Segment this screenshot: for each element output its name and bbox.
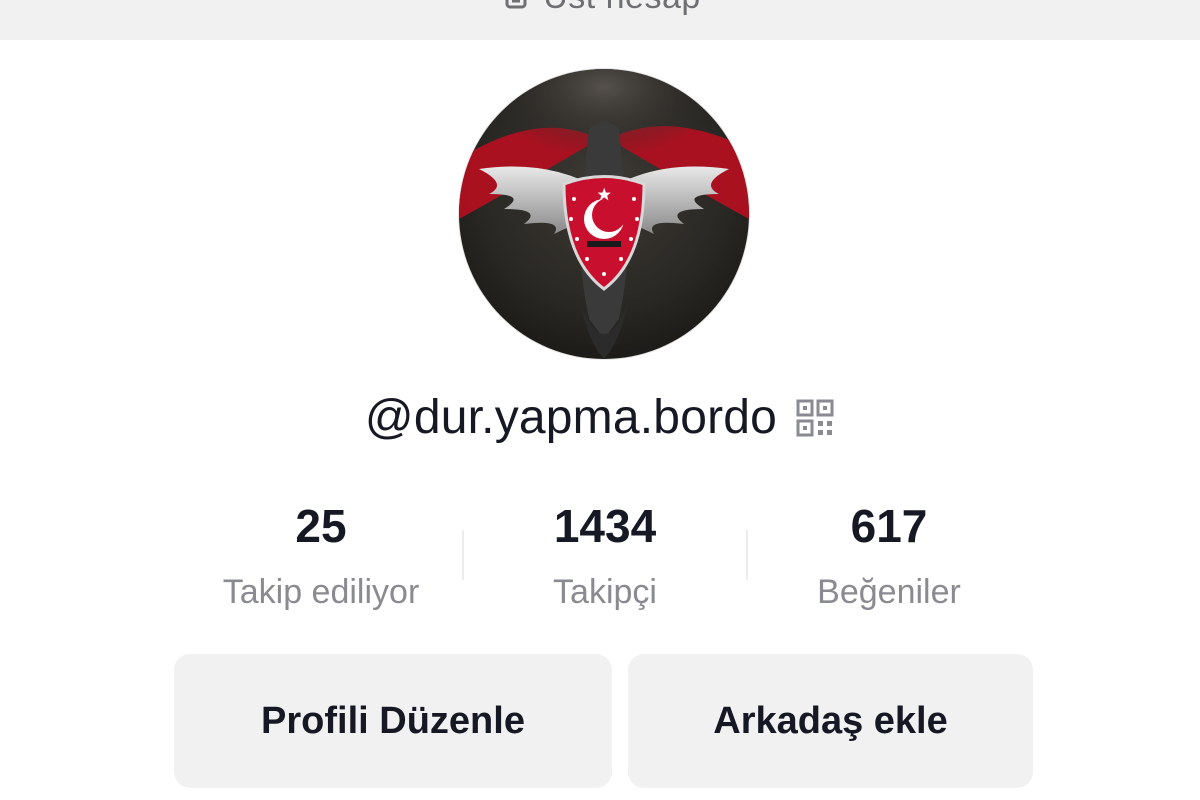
profile-stats: 25 Takip ediliyor 1434 Takipçi 617 Beğen…: [180, 500, 1030, 630]
stat-value: 617: [850, 500, 928, 552]
stat-value: 25: [295, 500, 347, 552]
account-switcher[interactable]: Üst hesap: [0, 0, 1200, 17]
avatar-image: [459, 69, 749, 359]
edit-profile-button[interactable]: Profili Düzenle: [174, 654, 612, 788]
username-row: @dur.yapma.bordo: [0, 390, 1200, 445]
account-title: Üst hesap: [543, 0, 701, 17]
add-friend-button[interactable]: Arkadaş ekle: [628, 654, 1033, 788]
username: @dur.yapma.bordo: [364, 391, 778, 444]
stat-label: Takipçi: [553, 573, 657, 611]
avatar[interactable]: [459, 69, 749, 359]
stat-label: Beğeniler: [817, 573, 961, 611]
stat-value: 1434: [553, 500, 657, 552]
stat-likes[interactable]: 617 Beğeniler: [748, 500, 1030, 612]
profile-page: Üst hesap: [0, 0, 1200, 800]
qr-code-icon[interactable]: [795, 398, 835, 438]
person-plus-icon: [499, 0, 533, 15]
stat-label: Takip ediliyor: [222, 573, 420, 611]
profile-actions: Profili Düzenle Arkadaş ekle: [174, 654, 1033, 788]
stat-followers[interactable]: 1434 Takipçi: [464, 500, 746, 612]
top-bar: Üst hesap: [0, 0, 1200, 40]
stat-following[interactable]: 25 Takip ediliyor: [180, 500, 462, 612]
